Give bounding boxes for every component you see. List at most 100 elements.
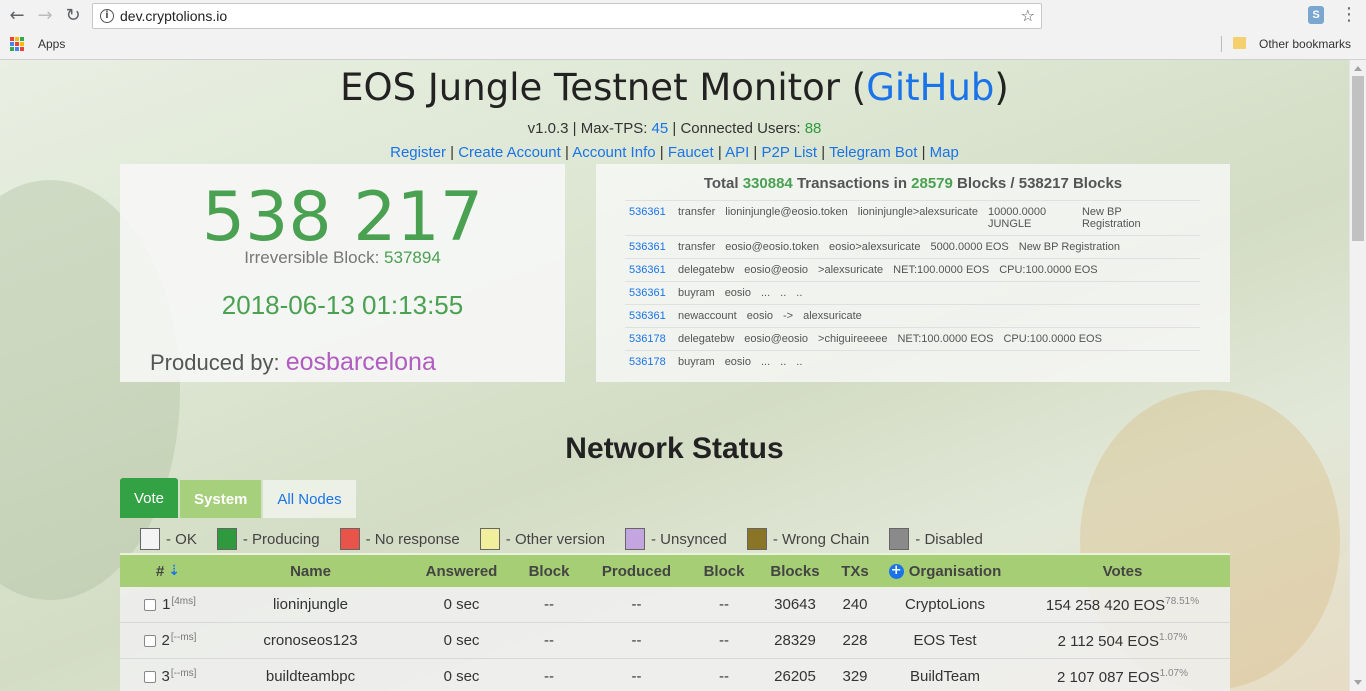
col-name[interactable]: Name xyxy=(216,563,405,580)
transaction-row: 536361 delegatebw eosio@eosio >alexsurica… xyxy=(625,258,1200,281)
back-icon[interactable]: ← xyxy=(6,5,28,27)
block2-cell: -- xyxy=(719,632,729,649)
row-num-cell: 2 [--ms] xyxy=(120,632,216,649)
max-tps: 45 xyxy=(651,120,669,137)
tx-block-link[interactable]: 536361 xyxy=(629,241,668,253)
tx-block-link[interactable]: 536178 xyxy=(629,356,668,368)
legend-swatch xyxy=(140,528,160,550)
link-api[interactable]: API xyxy=(725,144,749,161)
link-account-info[interactable]: Account Info xyxy=(572,144,655,161)
col-answered[interactable]: Answered xyxy=(405,563,518,580)
legend-disabled: - Disabled xyxy=(889,528,983,550)
scroll-down-arrow[interactable] xyxy=(1354,680,1362,685)
table-row: 3 [--ms] buildteambpc 0 sec -- -- -- 2620… xyxy=(120,659,1230,691)
tab-system[interactable]: System xyxy=(180,480,262,518)
bookmarks-bar: Apps Other bookmarks xyxy=(0,32,1366,56)
folder-icon[interactable] xyxy=(1233,37,1246,49)
producer-name[interactable]: eosbarcelona xyxy=(286,348,436,376)
url-text[interactable]: dev.cryptolions.io xyxy=(120,8,227,24)
table-row: 1 [4ms] lioninjungle 0 sec -- -- -- 30643… xyxy=(120,587,1230,623)
page-title: EOS Jungle Testnet Monitor (GitHub) xyxy=(340,66,1009,109)
scroll-thumb[interactable] xyxy=(1352,76,1364,241)
block2-cell: -- xyxy=(719,668,729,685)
row-number: 3 [--ms] xyxy=(161,668,197,685)
legend-ok: - OK xyxy=(140,528,197,550)
blocks-cell: 28329 xyxy=(774,632,816,649)
block-cell: -- xyxy=(544,668,554,685)
legend-swatch xyxy=(479,528,500,550)
organisation-cell[interactable]: EOS Test xyxy=(875,632,1015,649)
col-block[interactable]: Block xyxy=(518,563,580,580)
col-organisation[interactable]: + Organisation xyxy=(875,563,1015,580)
transaction-row: 536361 transfer eosio@eosio.token eosio>a… xyxy=(625,235,1200,258)
transaction-row: 536178 buyram eosio ..... .. xyxy=(625,350,1200,373)
row-num-cell: 3 [--ms] xyxy=(120,668,216,685)
legend-swatch xyxy=(339,528,360,550)
browser-chrome: ← → ↻ i dev.cryptolions.io ☆ S ⋮ Apps Ot… xyxy=(0,0,1366,60)
legend-swatch xyxy=(889,528,910,550)
row-num-cell: 1 [4ms] xyxy=(120,596,216,613)
tab-vote[interactable]: Vote xyxy=(120,478,179,518)
reload-icon[interactable]: ↻ xyxy=(62,5,84,27)
produced-by: Produced by: eosbarcelona xyxy=(150,348,436,376)
row-number: 1 [4ms] xyxy=(162,596,196,613)
row-checkbox[interactable] xyxy=(143,634,156,647)
organisation-cell[interactable]: BuildTeam xyxy=(875,668,1015,685)
link-map[interactable]: Map xyxy=(930,144,959,161)
apps-bookmark[interactable]: Apps xyxy=(38,37,65,51)
produced-cell: -- xyxy=(631,632,642,649)
page-scrollbar[interactable] xyxy=(1349,60,1366,691)
block2-cell: -- xyxy=(719,596,729,613)
row-checkbox[interactable] xyxy=(143,670,156,683)
expand-plus-icon[interactable]: + xyxy=(888,563,904,579)
col-blocks[interactable]: Blocks xyxy=(755,563,835,580)
github-link[interactable]: GitHub xyxy=(866,66,994,109)
stats-line: v1.0.3 | Max-TPS: 45 | Connected Users: … xyxy=(527,120,822,137)
producer-name: cronoseos123 xyxy=(263,632,358,649)
table-header: # ⇣ Name Answered Block Produced Block Bl… xyxy=(120,553,1230,587)
info-icon[interactable]: i xyxy=(100,9,114,23)
tx-block-link[interactable]: 536361 xyxy=(629,264,668,276)
legend-swatch xyxy=(216,528,237,550)
tab-all-nodes[interactable]: All Nodes xyxy=(263,480,356,518)
forward-icon[interactable]: → xyxy=(34,5,56,27)
col-txs[interactable]: TXs xyxy=(835,563,875,580)
extension-icon[interactable]: S xyxy=(1308,6,1324,24)
tx-block-link[interactable]: 536178 xyxy=(629,333,668,345)
row-checkbox[interactable] xyxy=(144,598,157,611)
address-bar[interactable]: i dev.cryptolions.io ☆ xyxy=(92,3,1042,29)
transactions-summary: Total 330884 Transactions in 28579 Block… xyxy=(703,175,1123,192)
col-produced[interactable]: Produced xyxy=(580,563,693,580)
bookmark-star-icon[interactable]: ☆ xyxy=(1021,6,1035,25)
col-num[interactable]: # ⇣ xyxy=(120,563,216,580)
block-cell: -- xyxy=(544,632,554,649)
other-bookmarks[interactable]: Other bookmarks xyxy=(1259,37,1351,51)
answered-cell: 0 sec xyxy=(443,632,480,649)
irreversible-block: Irreversible Block: 537894 xyxy=(244,248,441,267)
tx-block-link[interactable]: 536361 xyxy=(629,310,668,322)
votes-cell: 154 258 420 EOS78.51% xyxy=(1045,595,1200,614)
organisation-cell[interactable]: CryptoLions xyxy=(875,596,1015,613)
sort-icon[interactable]: ⇣ xyxy=(168,563,180,579)
tx-block-link[interactable]: 536361 xyxy=(629,287,668,299)
scroll-up-arrow[interactable] xyxy=(1354,66,1362,71)
link-telegram-bot[interactable]: Telegram Bot xyxy=(829,144,917,161)
legend-unsynced: - Unsynced xyxy=(624,528,727,550)
producers-table: # ⇣ Name Answered Block Produced Block Bl… xyxy=(120,553,1230,691)
tx-block-link[interactable]: 536361 xyxy=(629,206,668,230)
status-legend: - OK - Producing - No response - Other v… xyxy=(140,528,1003,550)
transaction-row: 536361 buyram eosio ..... .. xyxy=(625,281,1200,304)
legend-no-response: - No response xyxy=(339,528,460,550)
col-block-2[interactable]: Block xyxy=(693,563,755,580)
menu-icon[interactable]: ⋮ xyxy=(1340,5,1358,25)
transaction-list: 536361 transfer lioninjungle@eosio.token … xyxy=(625,200,1200,373)
producer-name: buildteambpc xyxy=(265,668,356,685)
apps-icon[interactable] xyxy=(10,37,24,51)
network-tabs: Vote System All Nodes xyxy=(120,478,356,518)
link-create-account[interactable]: Create Account xyxy=(458,144,561,161)
col-votes[interactable]: Votes xyxy=(1015,563,1230,580)
link-p2p-list[interactable]: P2P List xyxy=(762,144,818,161)
answered-cell: 0 sec xyxy=(443,596,480,613)
link-faucet[interactable]: Faucet xyxy=(668,144,714,161)
link-register[interactable]: Register xyxy=(390,144,446,161)
